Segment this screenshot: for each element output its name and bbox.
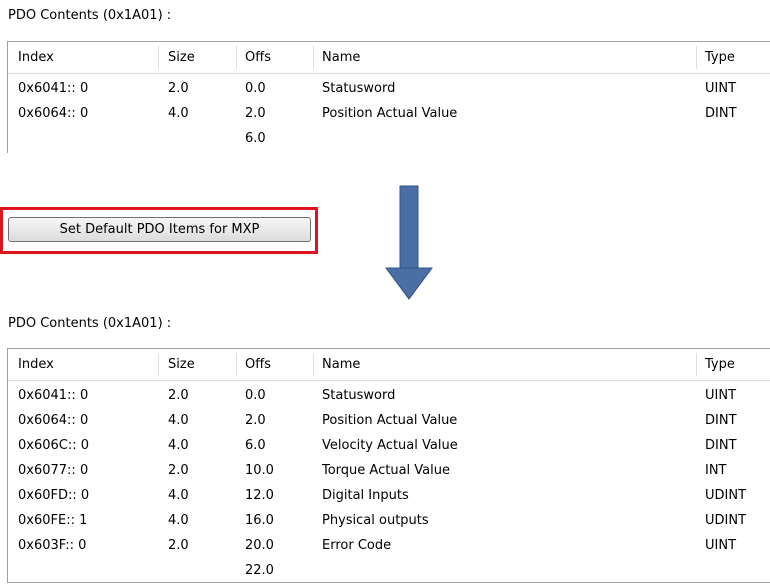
cell-name: Digital Inputs bbox=[322, 488, 409, 503]
column-separator[interactable] bbox=[236, 353, 237, 376]
cell-type: UINT bbox=[705, 81, 737, 96]
cell-size: 4.0 bbox=[168, 438, 189, 453]
cell-name: Position Actual Value bbox=[322, 413, 458, 428]
cell-index: 0x6041:: 0 bbox=[18, 388, 89, 403]
column-header-type[interactable]: Type bbox=[705, 349, 735, 380]
column-header-offs[interactable]: Offs bbox=[245, 349, 271, 380]
cell-name: Error Code bbox=[322, 538, 392, 553]
column-header-offs[interactable]: Offs bbox=[245, 42, 271, 73]
table-row[interactable]: 0x60FD:: 0 4.0 12.0 Digital Inputs UDINT bbox=[8, 483, 770, 508]
cell-size: 2.0 bbox=[168, 388, 189, 403]
cell-name: Torque Actual Value bbox=[322, 463, 450, 478]
column-header-size[interactable]: Size bbox=[168, 42, 195, 73]
cell-size: 2.0 bbox=[168, 538, 189, 553]
column-header-index[interactable]: Index bbox=[18, 349, 54, 380]
cell-offs: 0.0 bbox=[245, 388, 266, 403]
table-row[interactable]: 0x603F:: 0 2.0 20.0 Error Code UINT bbox=[8, 533, 770, 558]
table-row[interactable]: 0x60FE:: 1 4.0 16.0 Physical outputs UDI… bbox=[8, 508, 770, 533]
cell-name: Statusword bbox=[322, 388, 396, 403]
table-row[interactable]: 0x6041:: 0 2.0 0.0 Statusword UINT bbox=[8, 383, 770, 408]
set-default-pdo-items-button[interactable]: Set Default PDO Items for MXP bbox=[8, 217, 311, 242]
cell-offs: 22.0 bbox=[245, 563, 274, 578]
cell-size: 4.0 bbox=[168, 413, 189, 428]
table-row[interactable]: 0x6064:: 0 4.0 2.0 Position Actual Value… bbox=[8, 101, 770, 126]
table-row[interactable]: 0x606C:: 0 4.0 6.0 Velocity Actual Value… bbox=[8, 433, 770, 458]
cell-size: 4.0 bbox=[168, 106, 189, 121]
cell-type: DINT bbox=[705, 413, 737, 428]
column-header-index[interactable]: Index bbox=[18, 42, 54, 73]
column-header-type[interactable]: Type bbox=[705, 42, 735, 73]
table-row[interactable]: 0x6064:: 0 4.0 2.0 Position Actual Value… bbox=[8, 408, 770, 433]
pdo-table-bottom: Index Size Offs Name Type 0x6041:: 0 2.0… bbox=[7, 348, 770, 583]
column-header-name[interactable]: Name bbox=[322, 42, 360, 73]
cell-size: 4.0 bbox=[168, 488, 189, 503]
cell-index: 0x606C:: 0 bbox=[18, 438, 90, 453]
table-row[interactable]: 6.0 bbox=[8, 126, 770, 151]
highlight-box: Set Default PDO Items for MXP bbox=[0, 207, 318, 254]
cell-offs: 2.0 bbox=[245, 106, 266, 121]
cell-index: 0x6077:: 0 bbox=[18, 463, 89, 478]
cell-type: DINT bbox=[705, 106, 737, 121]
cell-name: Position Actual Value bbox=[322, 106, 458, 121]
cell-type: UINT bbox=[705, 538, 737, 553]
pdo-contents-caption-top: PDO Contents (0x1A01) : bbox=[8, 8, 172, 23]
column-separator[interactable] bbox=[158, 353, 159, 376]
cell-type: DINT bbox=[705, 438, 737, 453]
cell-index: 0x6064:: 0 bbox=[18, 413, 89, 428]
cell-offs: 0.0 bbox=[245, 81, 266, 96]
column-header-size[interactable]: Size bbox=[168, 349, 195, 380]
cell-offs: 2.0 bbox=[245, 413, 266, 428]
column-separator[interactable] bbox=[313, 46, 314, 69]
cell-offs: 10.0 bbox=[245, 463, 274, 478]
cell-size: 2.0 bbox=[168, 463, 189, 478]
table-row[interactable]: 0x6041:: 0 2.0 0.0 Statusword UINT bbox=[8, 76, 770, 101]
column-separator[interactable] bbox=[696, 46, 697, 69]
table-header: Index Size Offs Name Type bbox=[8, 349, 770, 381]
table-row[interactable]: 22.0 bbox=[8, 558, 770, 582]
column-separator[interactable] bbox=[158, 46, 159, 69]
cell-name: Statusword bbox=[322, 81, 396, 96]
cell-offs: 16.0 bbox=[245, 513, 274, 528]
pdo-table-top: Index Size Offs Name Type 0x6041:: 0 2.0… bbox=[7, 41, 770, 153]
cell-type: INT bbox=[705, 463, 727, 478]
cell-offs: 6.0 bbox=[245, 131, 266, 146]
cell-offs: 6.0 bbox=[245, 438, 266, 453]
cell-size: 2.0 bbox=[168, 81, 189, 96]
arrow-down-icon bbox=[385, 185, 435, 306]
cell-index: 0x60FD:: 0 bbox=[18, 488, 90, 503]
column-header-name[interactable]: Name bbox=[322, 349, 360, 380]
pdo-contents-caption-bottom: PDO Contents (0x1A01) : bbox=[8, 316, 172, 331]
cell-index: 0x6041:: 0 bbox=[18, 81, 89, 96]
cell-offs: 12.0 bbox=[245, 488, 274, 503]
table-row[interactable]: 0x6077:: 0 2.0 10.0 Torque Actual Value … bbox=[8, 458, 770, 483]
column-separator[interactable] bbox=[696, 353, 697, 376]
cell-index: 0x603F:: 0 bbox=[18, 538, 87, 553]
cell-type: UDINT bbox=[705, 513, 747, 528]
cell-name: Physical outputs bbox=[322, 513, 429, 528]
table-header: Index Size Offs Name Type bbox=[8, 42, 770, 74]
column-separator[interactable] bbox=[236, 46, 237, 69]
cell-name: Velocity Actual Value bbox=[322, 438, 458, 453]
cell-type: UDINT bbox=[705, 488, 747, 503]
column-separator[interactable] bbox=[313, 353, 314, 376]
cell-type: UINT bbox=[705, 388, 737, 403]
cell-index: 0x6064:: 0 bbox=[18, 106, 89, 121]
cell-index: 0x60FE:: 1 bbox=[18, 513, 88, 528]
cell-offs: 20.0 bbox=[245, 538, 274, 553]
cell-size: 4.0 bbox=[168, 513, 189, 528]
